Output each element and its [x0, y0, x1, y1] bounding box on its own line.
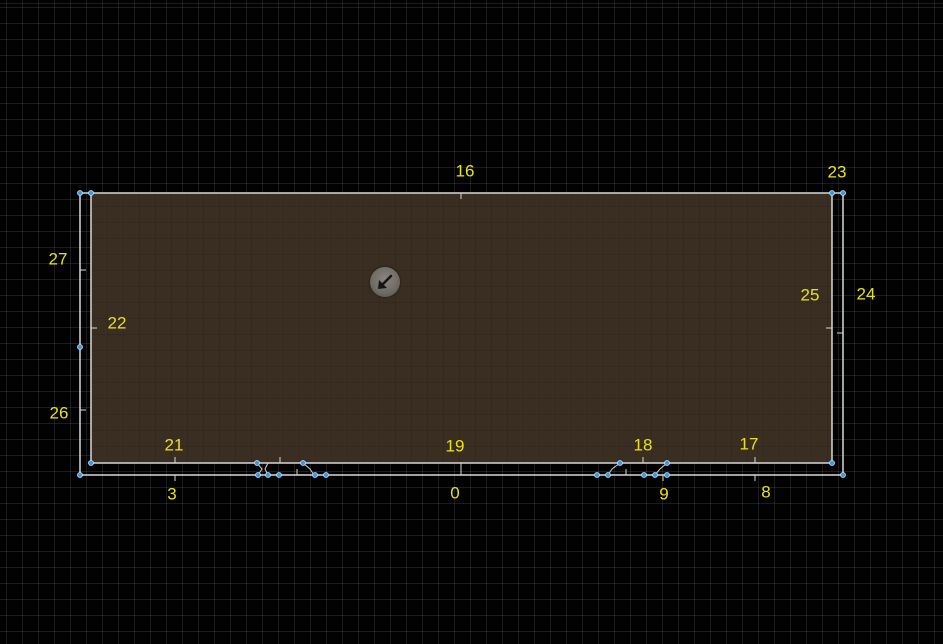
vertex-handle[interactable] — [255, 472, 261, 478]
wall-label-16: 16 — [455, 161, 475, 181]
wall-label-24: 24 — [856, 284, 876, 304]
player-start-marker[interactable] — [370, 267, 400, 297]
vertex-handle[interactable] — [312, 472, 318, 478]
vertex-handle[interactable] — [605, 472, 611, 478]
vertex-handle[interactable] — [664, 460, 670, 466]
vertex-handle[interactable] — [323, 472, 329, 478]
wall-lines — [77, 190, 846, 481]
vertex-handle[interactable] — [265, 472, 271, 478]
vertex-handle[interactable] — [829, 460, 835, 466]
wall-label-21: 21 — [164, 435, 184, 455]
arrow-down-left-icon — [378, 274, 393, 289]
wall-label-19: 19 — [445, 436, 465, 456]
vertex-handle[interactable] — [829, 190, 835, 196]
vertex-handle[interactable] — [276, 472, 282, 478]
vertex-handle[interactable] — [77, 190, 83, 196]
wall-label-3: 3 — [167, 484, 177, 504]
wall-label-25: 25 — [800, 285, 820, 305]
wall-label-18: 18 — [633, 435, 653, 455]
wall-label-9: 9 — [659, 484, 669, 504]
wall-label-17: 17 — [739, 434, 759, 454]
wall-label-27: 27 — [48, 249, 68, 269]
vertex-handle[interactable] — [88, 460, 94, 466]
wall-label-0: 0 — [450, 483, 460, 503]
wall-label-8: 8 — [761, 482, 771, 502]
vertex-handle[interactable] — [77, 344, 83, 350]
vertex-handle[interactable] — [664, 472, 670, 478]
vertex-handle[interactable] — [840, 190, 846, 196]
vertex-handle[interactable] — [652, 472, 658, 478]
vertex-handle[interactable] — [300, 460, 306, 466]
wall-label-23: 23 — [827, 162, 847, 182]
level-editor-viewport[interactable]: 16 23 27 22 24 25 26 21 19 18 17 3 0 9 8 — [0, 0, 943, 644]
vertex-handle[interactable] — [77, 472, 83, 478]
vertex-handle[interactable] — [617, 460, 623, 466]
vertex-handle[interactable] — [254, 460, 260, 466]
vertex-handle[interactable] — [641, 472, 647, 478]
wall-label-22: 22 — [107, 313, 127, 333]
wall-label-26: 26 — [49, 403, 69, 423]
vertex-handle[interactable] — [594, 472, 600, 478]
vertex-handle[interactable] — [840, 472, 846, 478]
vertex-handle[interactable] — [88, 190, 94, 196]
